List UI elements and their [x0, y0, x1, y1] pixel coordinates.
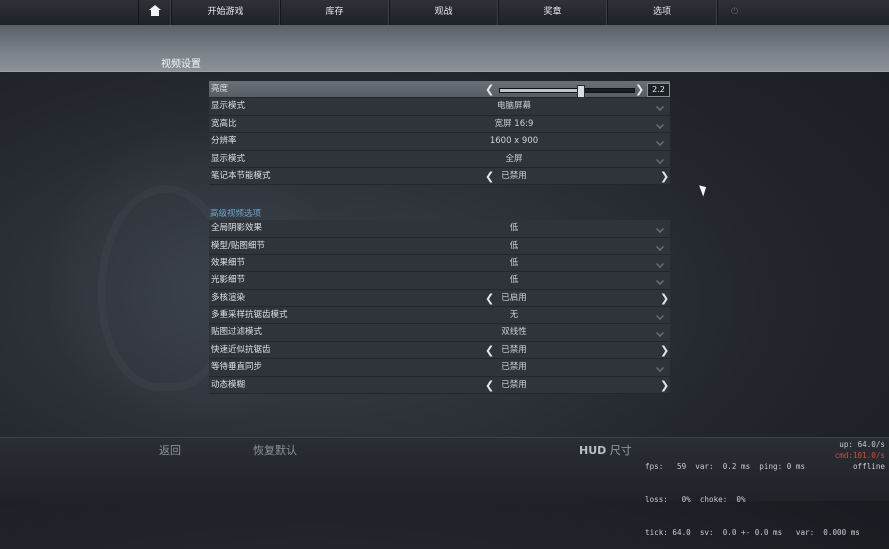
chevron-down-icon[interactable] [655, 260, 665, 266]
setting-label: 效果细节 [211, 257, 246, 268]
setting-value: 电脑屏幕 [496, 101, 531, 112]
setting-label: 全局阴影效果 [211, 223, 263, 234]
net-graph-status: offline [852, 462, 885, 471]
header-banner [0, 25, 889, 72]
setting-value: 低 [509, 240, 519, 251]
nav-options[interactable]: 选项 [607, 0, 717, 25]
setting-row-display-mode[interactable]: 显示模式 电脑屏幕 [209, 98, 670, 116]
setting-label: 等待垂直同步 [211, 362, 263, 373]
setting-label: 多重采样抗锯齿模式 [211, 310, 288, 321]
setting-value: 低 [509, 275, 519, 286]
setting-row-brightness[interactable]: 亮度 ❮ ❯ 2.2 [209, 81, 670, 99]
right-arrow-icon[interactable]: ❯ [660, 342, 669, 359]
setting-row-motion-blur[interactable]: 动态模糊 ❮ 已禁用 ❯ [209, 376, 670, 395]
setting-row-global-shadow[interactable]: 全局阴影效果 低 [209, 220, 670, 238]
setting-value: 已禁用 [501, 362, 527, 373]
slider-thumb[interactable] [577, 85, 586, 98]
slider-fill [500, 89, 581, 92]
setting-value: 已禁用 [501, 344, 527, 355]
nav-watch[interactable]: 观战 [389, 0, 498, 25]
net-graph-line: tick: 64.0 sv: 0.0 +- 0.0 ms var: 0.000 … [645, 528, 860, 537]
setting-row-msaa[interactable]: 多重采样抗锯齿模式 无 [209, 307, 670, 325]
setting-label: 快速近似抗锯齿 [211, 344, 271, 355]
power-icon: ⏻ [730, 7, 739, 17]
hud-label-text: 尺寸 [609, 444, 632, 457]
right-arrow-icon[interactable]: ❯ [660, 168, 669, 185]
top-navigation: 开始游戏 库存 观战 奖章 选项 ⏻ [0, 0, 889, 26]
chevron-down-icon[interactable] [655, 138, 665, 144]
hud-size-button[interactable]: HUD 尺寸 [579, 442, 632, 458]
back-button[interactable]: 返回 [159, 442, 181, 458]
setting-label: 多核渲染 [211, 292, 246, 303]
setting-label: 光影细节 [211, 275, 246, 286]
right-arrow-icon[interactable]: ❯ [635, 81, 644, 98]
chevron-down-icon[interactable] [655, 364, 665, 370]
setting-row-texture-filter[interactable]: 贴图过滤模式 双线性 [209, 324, 670, 342]
setting-value: 无 [509, 310, 519, 321]
chevron-down-icon[interactable] [655, 312, 665, 318]
setting-label: 显示模式 [211, 153, 246, 164]
chevron-down-icon[interactable] [655, 277, 665, 283]
chevron-down-icon[interactable] [655, 225, 665, 231]
chevron-down-icon[interactable] [655, 329, 665, 335]
setting-value: 低 [509, 257, 519, 268]
setting-value: 双线性 [501, 327, 527, 338]
net-graph: fps: 59 var: 0.2 ms ping: 0 ms loss: 0% … [645, 439, 860, 549]
net-graph-rates: up: 64.0/s cmd:101.0/s offline [835, 439, 885, 472]
video-settings-panel: 亮度 ❮ ❯ 2.2 显示模式 电脑屏幕 宽高比 宽屏 16:9 分辨率 160… [209, 81, 670, 395]
setting-row-window-mode[interactable]: 显示模式 全屏 [209, 150, 670, 168]
setting-value: 宽屏 16:9 [494, 118, 534, 129]
net-graph-cmd: cmd:101.0/s [834, 451, 885, 460]
setting-row-vsync[interactable]: 等待垂直同步 已禁用 [209, 359, 670, 377]
setting-row-model-texture[interactable]: 模型/贴图细节 低 [209, 237, 670, 255]
left-arrow-icon[interactable]: ❮ [485, 81, 494, 98]
setting-row-resolution[interactable]: 分辨率 1600 x 900 [209, 133, 670, 151]
chevron-down-icon[interactable] [655, 121, 665, 127]
home-button[interactable] [138, 0, 171, 25]
reset-defaults-button[interactable]: 恢复默认 [253, 442, 297, 458]
nav-awards[interactable]: 奖章 [498, 0, 607, 25]
brightness-slider[interactable] [499, 85, 635, 98]
setting-row-fxaa[interactable]: 快速近似抗锯齿 ❮ 已禁用 ❯ [209, 341, 670, 360]
page-title: 视频设置 [161, 59, 201, 70]
right-arrow-icon[interactable]: ❯ [660, 290, 669, 307]
setting-label: 亮度 [211, 84, 229, 94]
chevron-down-icon[interactable] [655, 103, 665, 109]
setting-value: 已启用 [501, 292, 527, 303]
setting-value: 已禁用 [501, 170, 527, 181]
nav-play[interactable]: 开始游戏 [171, 0, 280, 25]
brightness-value[interactable]: 2.2 [647, 83, 670, 97]
setting-label: 分辨率 [211, 136, 237, 147]
setting-value: 1600 x 900 [489, 136, 539, 147]
setting-label: 动态模糊 [211, 379, 246, 390]
setting-value: 全屏 [505, 153, 523, 164]
chevron-down-icon[interactable] [655, 156, 665, 162]
setting-row-aspect-ratio[interactable]: 宽高比 宽屏 16:9 [209, 115, 670, 134]
chevron-down-icon[interactable] [655, 243, 665, 249]
net-graph-line: fps: 59 var: 0.2 ms ping: 0 ms [645, 462, 806, 471]
setting-value: 低 [509, 223, 519, 234]
setting-label: 模型/贴图细节 [211, 240, 265, 251]
setting-row-multicore[interactable]: 多核渲染 ❮ 已启用 ❯ [209, 289, 670, 308]
nav-inventory[interactable]: 库存 [280, 0, 389, 25]
net-graph-up: up: 64.0/s [839, 440, 885, 449]
setting-row-laptop-power[interactable]: 笔记本节能模式 ❮ 已禁用 ❯ [209, 167, 670, 186]
home-icon [148, 5, 161, 16]
mouse-cursor-icon [699, 183, 709, 197]
advanced-section: 高级视频选项 [209, 185, 670, 220]
setting-row-effect-detail[interactable]: 效果细节 低 [209, 254, 670, 273]
setting-label: 显示模式 [211, 101, 246, 112]
setting-label: 宽高比 [211, 118, 237, 129]
right-arrow-icon[interactable]: ❯ [660, 377, 669, 394]
hud-label-bold: HUD [579, 444, 607, 457]
setting-label: 贴图过滤模式 [211, 327, 263, 338]
power-button[interactable]: ⏻ [717, 0, 751, 25]
setting-label: 笔记本节能模式 [211, 170, 271, 181]
setting-row-shader-detail[interactable]: 光影细节 低 [209, 272, 670, 290]
setting-value: 已禁用 [501, 379, 527, 390]
